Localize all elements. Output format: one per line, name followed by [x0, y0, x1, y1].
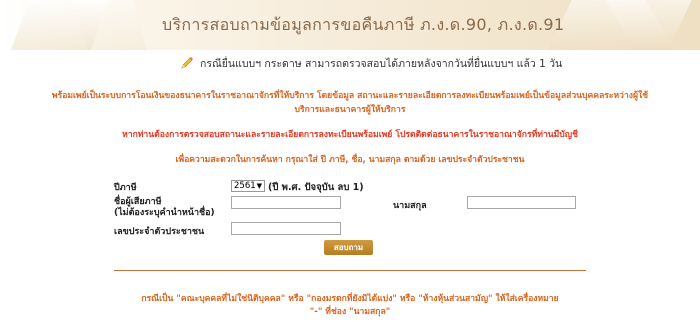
search-instruction: เพื่อความสะดวกในการค้นหา กรุณาใส่ ปี ภาษ…: [175, 155, 525, 165]
chevron-down-icon: ▼: [256, 182, 262, 190]
footer-note-line1: กรณีเป็น "คณะบุคคลที่ไม่ใช่นิติบุคคล" หร…: [141, 294, 559, 304]
divider: [114, 270, 586, 271]
footer-note-line2: "-" ที่ช่อง "นามสกุล": [309, 307, 391, 317]
year-select[interactable]: 2561 ▼: [231, 180, 265, 192]
year-label: ปีภาษี: [114, 183, 137, 193]
pencil-icon: [180, 56, 194, 70]
search-button[interactable]: สอบถาม: [324, 240, 373, 255]
promptpay-warning: หากท่านต้องการตรวจสอบสถานะและรายละเอียดก…: [122, 130, 578, 140]
id-input[interactable]: [231, 222, 341, 235]
id-label: เลขประจำตัวประชาชน: [114, 227, 205, 237]
notice-text: กรณียื่นแบบฯ กระดาษ สามารถตรวจสอบได้ภายห…: [200, 57, 563, 70]
promptpay-info: พร้อมเพย์เป็นระบบการโอนเงินของธนาคารในรา…: [0, 89, 700, 117]
notice-line: กรณียื่นแบบฯ กระดาษ สามารถตรวจสอบได้ภายห…: [180, 54, 562, 72]
surname-input[interactable]: [467, 196, 576, 209]
promptpay-info-line1: พร้อมเพย์เป็นระบบการโอนเงินของธนาคารในรา…: [51, 91, 649, 101]
header-banner: บริการสอบถามข้อมูลการขอคืนภาษี ภ.ง.ด.90,…: [0, 0, 700, 50]
banner-decoration: [73, 0, 147, 50]
name-label: ชื่อผู้เสียภาษี (ไม่ต้องระบุคำนำหน้าชื่อ…: [114, 197, 215, 218]
year-hint: (ปี พ.ศ. ปัจจุบัน ลบ 1): [268, 182, 364, 193]
surname-label: นามสกุล: [393, 201, 427, 211]
promptpay-info-line2: บริการและธนาคารผู้ให้บริการ: [294, 105, 406, 115]
name-input[interactable]: [231, 196, 341, 209]
page-title: บริการสอบถามข้อมูลการขอคืนภาษี ภ.ง.ด.90,…: [162, 15, 565, 34]
year-select-value: 2561: [234, 181, 256, 191]
footer-note: กรณีเป็น "คณะบุคคลที่ไม่ใช่นิติบุคคล" หร…: [110, 293, 590, 319]
